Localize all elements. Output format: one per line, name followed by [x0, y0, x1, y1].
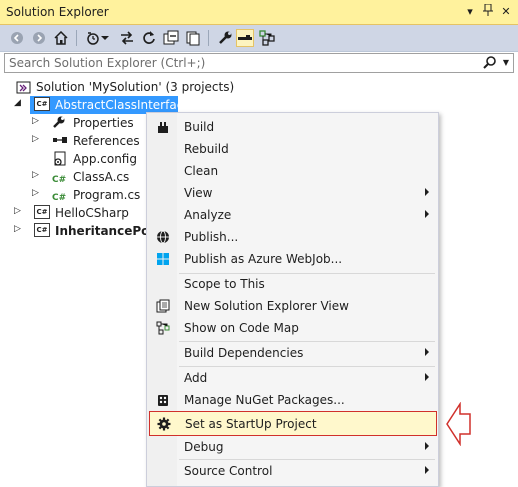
menu-item-label: View	[184, 186, 213, 200]
menu-item-label: Add	[184, 371, 208, 385]
menu-item-view[interactable]: View	[149, 182, 437, 204]
menu-item-clean[interactable]: Clean	[149, 160, 437, 182]
solution-explorer-toolbar	[0, 25, 518, 52]
menu-item-label: Rebuild	[184, 142, 229, 156]
close-icon[interactable]: ✕	[498, 4, 514, 20]
toolbar-separator	[208, 30, 209, 46]
tree-row-solution[interactable]: Solution 'MySolution' (3 projects)	[0, 78, 518, 96]
solution-icon	[16, 79, 32, 95]
menu-item-publish[interactable]: Publish...	[149, 226, 437, 248]
build-icon	[155, 119, 171, 135]
code-map-icon	[155, 320, 171, 336]
submenu-arrow-icon	[425, 188, 429, 196]
menu-item-label: Build	[184, 120, 215, 134]
menu-item-add[interactable]: Add	[149, 367, 437, 389]
windows-icon	[155, 251, 171, 267]
forward-icon[interactable]	[30, 29, 48, 47]
menu-item-label: Show on Code Map	[184, 321, 299, 335]
new-view-icon	[155, 298, 171, 314]
collapsed-arrow-icon[interactable]: ▷	[32, 116, 39, 126]
menu-item-label: Clean	[184, 164, 219, 178]
chevron-down-icon[interactable]	[100, 29, 110, 47]
menu-item-label: Publish as Azure WebJob...	[184, 252, 343, 266]
preview-selected-items-icon[interactable]	[236, 29, 254, 47]
menu-item-build-dependencies[interactable]: Build Dependencies	[149, 342, 437, 364]
menu-item-show-on-code-map[interactable]: Show on Code Map	[149, 317, 437, 339]
window-menu-dropdown-icon[interactable]: ▾	[462, 4, 478, 20]
solution-label: Solution 'MySolution' (3 projects)	[36, 80, 235, 94]
references-icon	[52, 133, 68, 149]
collapsed-arrow-icon[interactable]: ▷	[32, 188, 39, 198]
nuget-icon	[155, 392, 171, 408]
config-file-icon	[52, 151, 68, 167]
wrench-icon	[52, 115, 68, 131]
properties-wrench-icon[interactable]	[216, 29, 234, 47]
menu-item-label: Debug	[184, 440, 224, 454]
menu-item-label: Publish...	[184, 230, 239, 244]
csharp-project-icon: C#	[34, 97, 50, 113]
sync-with-active-document-icon[interactable]	[118, 29, 136, 47]
csharp-project-icon: C#	[34, 205, 50, 221]
menu-item-label: New Solution Explorer View	[184, 299, 349, 313]
tree-item-label: References	[73, 134, 140, 148]
submenu-arrow-icon	[425, 442, 429, 450]
toolbar-separator	[76, 30, 77, 46]
menu-item-source-control[interactable]: Source Control	[149, 460, 437, 482]
menu-item-rebuild[interactable]: Rebuild	[149, 138, 437, 160]
tool-window-title-bar: Solution Explorer ▾ ✕	[0, 0, 518, 25]
menu-item-build[interactable]: Build	[149, 116, 437, 138]
collapse-all-icon[interactable]	[162, 29, 180, 47]
submenu-arrow-icon	[425, 373, 429, 381]
auto-hide-pin-icon[interactable]	[480, 3, 496, 20]
tree-item-label: HelloCSharp	[55, 206, 129, 220]
project-context-menu: Build Rebuild Clean View Analyze Publish…	[146, 112, 439, 487]
submenu-arrow-icon	[425, 348, 429, 356]
back-icon[interactable]	[8, 29, 26, 47]
menu-item-analyze[interactable]: Analyze	[149, 204, 437, 226]
menu-item-label: Set as StartUp Project	[185, 417, 317, 431]
collapsed-arrow-icon[interactable]: ▷	[14, 224, 21, 234]
menu-item-label: Manage NuGet Packages...	[184, 393, 345, 407]
collapsed-arrow-icon[interactable]: ▷	[14, 206, 21, 216]
menu-item-debug[interactable]: Debug	[149, 436, 437, 458]
menu-item-label: Scope to This	[184, 277, 265, 291]
expanded-arrow-icon[interactable]: ◢	[14, 98, 21, 108]
menu-item-set-as-startup-project[interactable]: Set as StartUp Project	[149, 411, 437, 436]
search-solution-explorer-input[interactable]: Search Solution Explorer (Ctrl+;) ▼	[4, 53, 514, 73]
gear-icon	[156, 416, 172, 432]
tree-item-label: Properties	[73, 116, 134, 130]
tree-item-label: App.config	[73, 152, 137, 166]
tree-item-label: AbstractClassInterface	[55, 98, 191, 112]
csharp-project-icon: C#	[34, 223, 50, 239]
menu-item-label: Build Dependencies	[184, 346, 304, 360]
search-icon[interactable]	[483, 55, 497, 72]
submenu-arrow-icon	[425, 466, 429, 474]
csharp-file-icon: C#	[52, 193, 67, 203]
csharp-file-icon: C#	[52, 175, 67, 185]
show-all-files-icon[interactable]	[184, 29, 202, 47]
home-icon[interactable]	[52, 29, 70, 47]
window-title: Solution Explorer	[6, 5, 109, 19]
menu-item-label: Source Control	[184, 464, 273, 478]
collapsed-arrow-icon[interactable]: ▷	[32, 134, 39, 144]
globe-icon	[155, 229, 171, 245]
refresh-icon[interactable]	[140, 29, 158, 47]
callout-arrow-icon	[446, 401, 472, 449]
search-placeholder: Search Solution Explorer (Ctrl+;)	[9, 56, 206, 70]
tree-item-label: ClassA.cs	[73, 170, 130, 184]
menu-item-manage-nuget-packages[interactable]: Manage NuGet Packages...	[149, 389, 437, 411]
submenu-arrow-icon	[425, 210, 429, 218]
menu-item-label: Analyze	[184, 208, 232, 222]
menu-item-new-solution-explorer-view[interactable]: New Solution Explorer View	[149, 295, 437, 317]
collapsed-arrow-icon[interactable]: ▷	[32, 170, 39, 180]
menu-item-publish-azure-webjob[interactable]: Publish as Azure WebJob...	[149, 248, 437, 270]
tree-item-label: Program.cs	[73, 188, 141, 202]
class-view-icon[interactable]	[258, 29, 276, 47]
search-options-chevron-down-icon[interactable]: ▼	[503, 58, 509, 67]
menu-item-scope-to-this[interactable]: Scope to This	[149, 273, 437, 295]
